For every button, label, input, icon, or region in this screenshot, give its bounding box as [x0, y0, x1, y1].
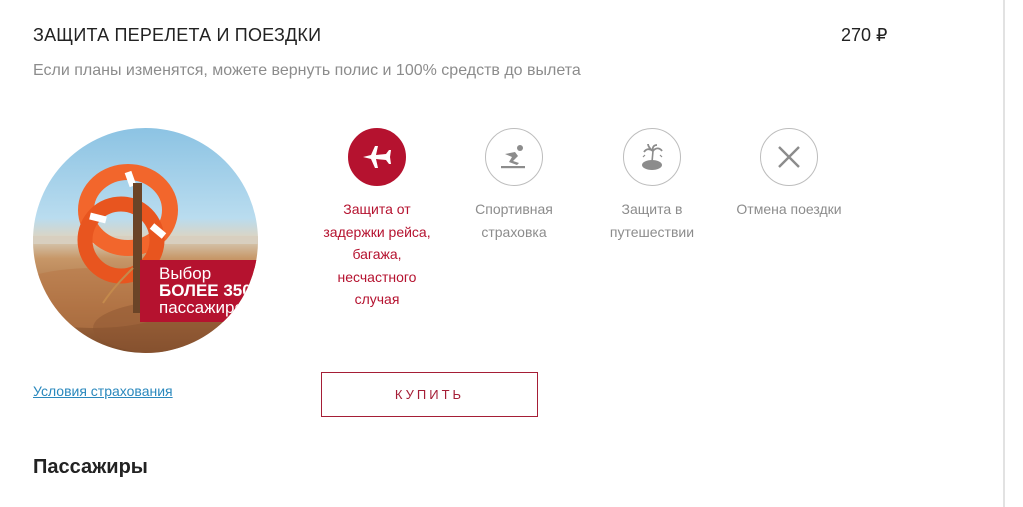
feature-travel[interactable]: Защита в путешествии: [592, 128, 712, 243]
insurance-subtitle: Если планы изменятся, можете вернуть пол…: [33, 62, 581, 79]
buy-insurance-button[interactable]: КУПИТЬ: [321, 372, 538, 417]
right-divider: [1003, 0, 1005, 507]
feature-sports[interactable]: Спортивная страховка: [454, 128, 574, 243]
feature-label: Защита от задержки рейса, багажа, несчас…: [323, 201, 431, 307]
promo-banner: Выбор БОЛЕЕ 3500 пассажиров: [140, 260, 258, 322]
skier-icon: [485, 128, 543, 186]
passengers-heading: Пассажиры: [33, 456, 148, 478]
feature-label: Спортивная страховка: [475, 201, 553, 240]
close-icon: [760, 128, 818, 186]
feature-label: Отмена поездки: [736, 201, 842, 217]
insurance-terms-link[interactable]: Условия страхования: [33, 383, 173, 399]
promo-line-3: пассажиров: [159, 298, 253, 317]
feature-label: Защита в путешествии: [609, 201, 695, 240]
feature-flight-delay[interactable]: Защита от задержки рейса, багажа, несчас…: [317, 128, 437, 311]
insurance-title: ЗАЩИТА ПЕРЕЛЕТА И ПОЕЗДКИ: [33, 25, 322, 45]
airplane-icon: [348, 128, 406, 186]
feature-trip-cancel[interactable]: Отмена поездки: [729, 128, 849, 221]
palm-island-icon: [623, 128, 681, 186]
promo-image: Выбор БОЛЕЕ 3500 пассажиров: [33, 128, 258, 353]
insurance-price: 270 ₽: [841, 25, 888, 45]
